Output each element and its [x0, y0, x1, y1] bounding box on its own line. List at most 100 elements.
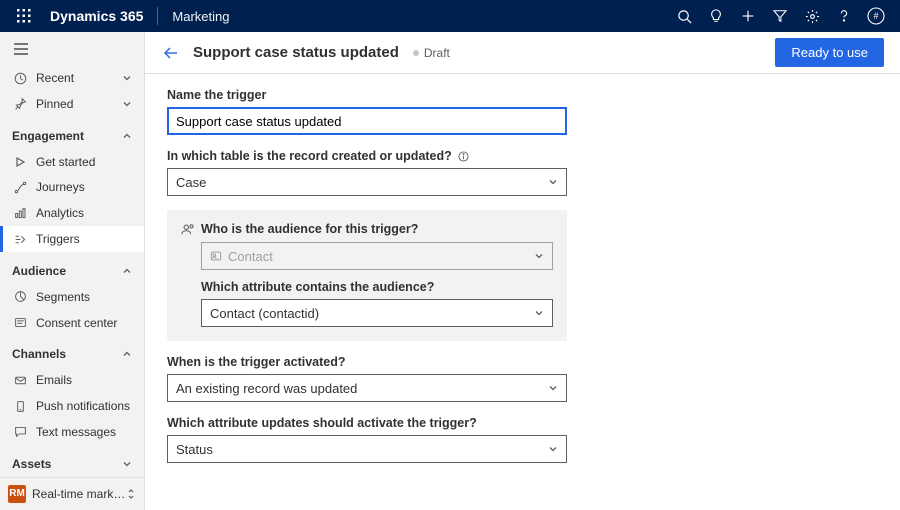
pin-icon: [12, 96, 28, 112]
chevron-down-icon: [548, 444, 558, 454]
audience-entity-select: Contact: [201, 242, 553, 270]
global-topbar: Dynamics 365 Marketing #: [0, 0, 900, 32]
nav-label: Journeys: [36, 180, 85, 194]
attribute-label: Which attribute contains the audience?: [201, 280, 553, 294]
table-label: In which table is the record created or …: [167, 149, 567, 163]
when-select[interactable]: An existing record was updated: [167, 374, 567, 402]
status-badge: Draft: [413, 46, 450, 60]
consent-icon: [12, 315, 28, 331]
sidebar: Recent Pinned Engagement Get started Jou…: [0, 32, 145, 510]
chevron-down-icon: [122, 459, 132, 469]
search-icon[interactable]: [668, 0, 700, 32]
sidebar-item-text[interactable]: Text messages: [0, 419, 144, 445]
area-label: Real-time marketi...: [32, 487, 126, 501]
select-value: Case: [176, 175, 206, 190]
module-name: Marketing: [162, 9, 239, 24]
people-icon: [181, 222, 195, 236]
trigger-icon: [12, 231, 28, 247]
section-label: Audience: [12, 264, 66, 278]
attribute-select[interactable]: Contact (contactid): [201, 299, 553, 327]
chevron-down-icon: [122, 99, 132, 109]
sidebar-section-channels[interactable]: Channels: [0, 342, 144, 368]
select-value: Status: [176, 442, 213, 457]
sidebar-item-triggers[interactable]: Triggers: [0, 226, 144, 252]
updates-select[interactable]: Status: [167, 435, 567, 463]
nav-label: Analytics: [36, 206, 84, 220]
nav-label: Triggers: [36, 232, 80, 246]
play-icon: [12, 154, 28, 170]
analytics-icon: [12, 205, 28, 221]
select-value: Contact: [228, 249, 273, 264]
nav-label: Segments: [36, 290, 90, 304]
help-icon[interactable]: [828, 0, 860, 32]
sidebar-recent[interactable]: Recent: [0, 65, 144, 91]
chevron-up-icon: [122, 131, 132, 141]
sidebar-item-push[interactable]: Push notifications: [0, 393, 144, 419]
topbar-divider: [157, 7, 158, 25]
nav-label: Consent center: [36, 316, 117, 330]
sidebar-section-assets[interactable]: Assets: [0, 451, 144, 477]
product-brand: Dynamics 365: [40, 8, 153, 24]
assistant-icon[interactable]: [700, 0, 732, 32]
info-icon[interactable]: [458, 151, 469, 162]
updates-label: Which attribute updates should activate …: [167, 416, 567, 430]
chevron-down-icon: [534, 251, 544, 261]
select-value: An existing record was updated: [176, 381, 357, 396]
add-icon[interactable]: [732, 0, 764, 32]
sidebar-item-emails[interactable]: Emails: [0, 367, 144, 393]
contact-icon: [210, 250, 222, 262]
status-dot-icon: [413, 50, 419, 56]
form-body: Name the trigger In which table is the r…: [145, 74, 900, 491]
nav-label: Emails: [36, 373, 72, 387]
nav-label: Recent: [36, 71, 74, 85]
sidebar-pinned[interactable]: Pinned: [0, 91, 144, 117]
ready-to-use-button[interactable]: Ready to use: [775, 38, 884, 67]
journey-icon: [12, 179, 28, 195]
sidebar-section-audience[interactable]: Audience: [0, 258, 144, 284]
sidebar-item-get-started[interactable]: Get started: [0, 149, 144, 175]
name-label: Name the trigger: [167, 88, 567, 102]
segments-icon: [12, 289, 28, 305]
mail-icon: [12, 372, 28, 388]
hamburger-icon[interactable]: [0, 32, 144, 65]
account-icon[interactable]: #: [860, 0, 892, 32]
area-badge: RM: [8, 485, 26, 503]
filter-icon[interactable]: [764, 0, 796, 32]
svg-text:#: #: [873, 11, 878, 21]
chevron-down-icon: [548, 177, 558, 187]
nav-label: Text messages: [36, 425, 116, 439]
chevron-up-icon: [122, 266, 132, 276]
section-label: Channels: [12, 347, 66, 361]
audience-panel: Who is the audience for this trigger? Co…: [167, 210, 567, 341]
sidebar-item-analytics[interactable]: Analytics: [0, 200, 144, 226]
sidebar-item-segments[interactable]: Segments: [0, 284, 144, 310]
chevron-down-icon: [122, 73, 132, 83]
nav-label: Get started: [36, 155, 95, 169]
section-label: Assets: [12, 457, 51, 471]
nav-label: Push notifications: [36, 399, 130, 413]
audience-heading: Who is the audience for this trigger?: [201, 222, 418, 236]
sidebar-item-consent-center[interactable]: Consent center: [0, 310, 144, 336]
chevron-down-icon: [534, 308, 544, 318]
when-label: When is the trigger activated?: [167, 355, 567, 369]
table-select[interactable]: Case: [167, 168, 567, 196]
section-label: Engagement: [12, 129, 84, 143]
phone-icon: [12, 398, 28, 414]
back-button[interactable]: [161, 43, 181, 63]
app-launcher-icon[interactable]: [8, 0, 40, 32]
trigger-name-input[interactable]: [167, 107, 567, 135]
command-bar: Support case status updated Draft Ready …: [145, 32, 900, 74]
page-title: Support case status updated: [193, 44, 399, 61]
chevron-down-icon: [548, 383, 558, 393]
message-icon: [12, 424, 28, 440]
chevron-up-icon: [122, 349, 132, 359]
updown-icon: [126, 487, 136, 501]
nav-label: Pinned: [36, 97, 73, 111]
settings-icon[interactable]: [796, 0, 828, 32]
clock-icon: [12, 70, 28, 86]
sidebar-item-journeys[interactable]: Journeys: [0, 175, 144, 201]
sidebar-section-engagement[interactable]: Engagement: [0, 123, 144, 149]
area-switcher[interactable]: RM Real-time marketi...: [0, 477, 144, 510]
status-label: Draft: [424, 46, 450, 60]
select-value: Contact (contactid): [210, 306, 319, 321]
